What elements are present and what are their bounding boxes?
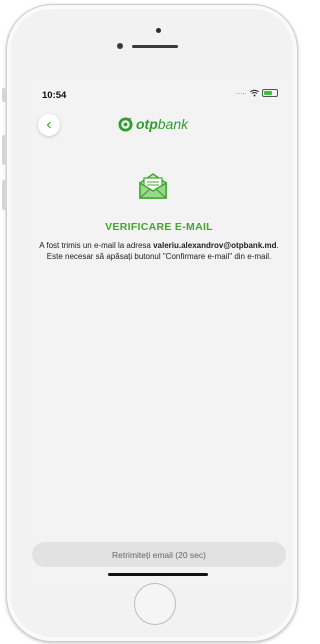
status-time: 10:54 (42, 90, 67, 101)
home-indicator (108, 573, 208, 576)
logo-text: otpbank (136, 116, 189, 132)
status-icons: ..... (236, 89, 278, 97)
earpiece-speaker (132, 45, 178, 48)
proximity-sensor (156, 28, 161, 33)
wifi-icon (250, 89, 259, 97)
resend-email-button[interactable]: Retrimiteți email (20 sec) (32, 542, 286, 567)
home-button[interactable] (134, 583, 176, 625)
email-address: valeriu.alexandrov@otpbank.md (153, 241, 277, 250)
app-screen: 10:54 ..... otpbank VERIFICARE E-MAIL A … (30, 78, 288, 586)
verification-message: A fost trimis un e-mail la adresa valeri… (39, 241, 279, 261)
front-camera (117, 43, 123, 49)
signal-icon: ..... (236, 90, 247, 96)
battery-icon (262, 89, 278, 97)
otp-logo-icon (118, 116, 133, 132)
back-button[interactable] (38, 114, 60, 136)
chevron-left-icon (46, 121, 51, 129)
mute-switch (2, 88, 7, 102)
page-title: VERIFICARE E-MAIL (105, 221, 213, 233)
envelope-icon (139, 173, 167, 199)
otpbank-logo: otpbank (118, 116, 188, 132)
volume-up-button (2, 135, 7, 165)
volume-down-button (2, 180, 7, 210)
